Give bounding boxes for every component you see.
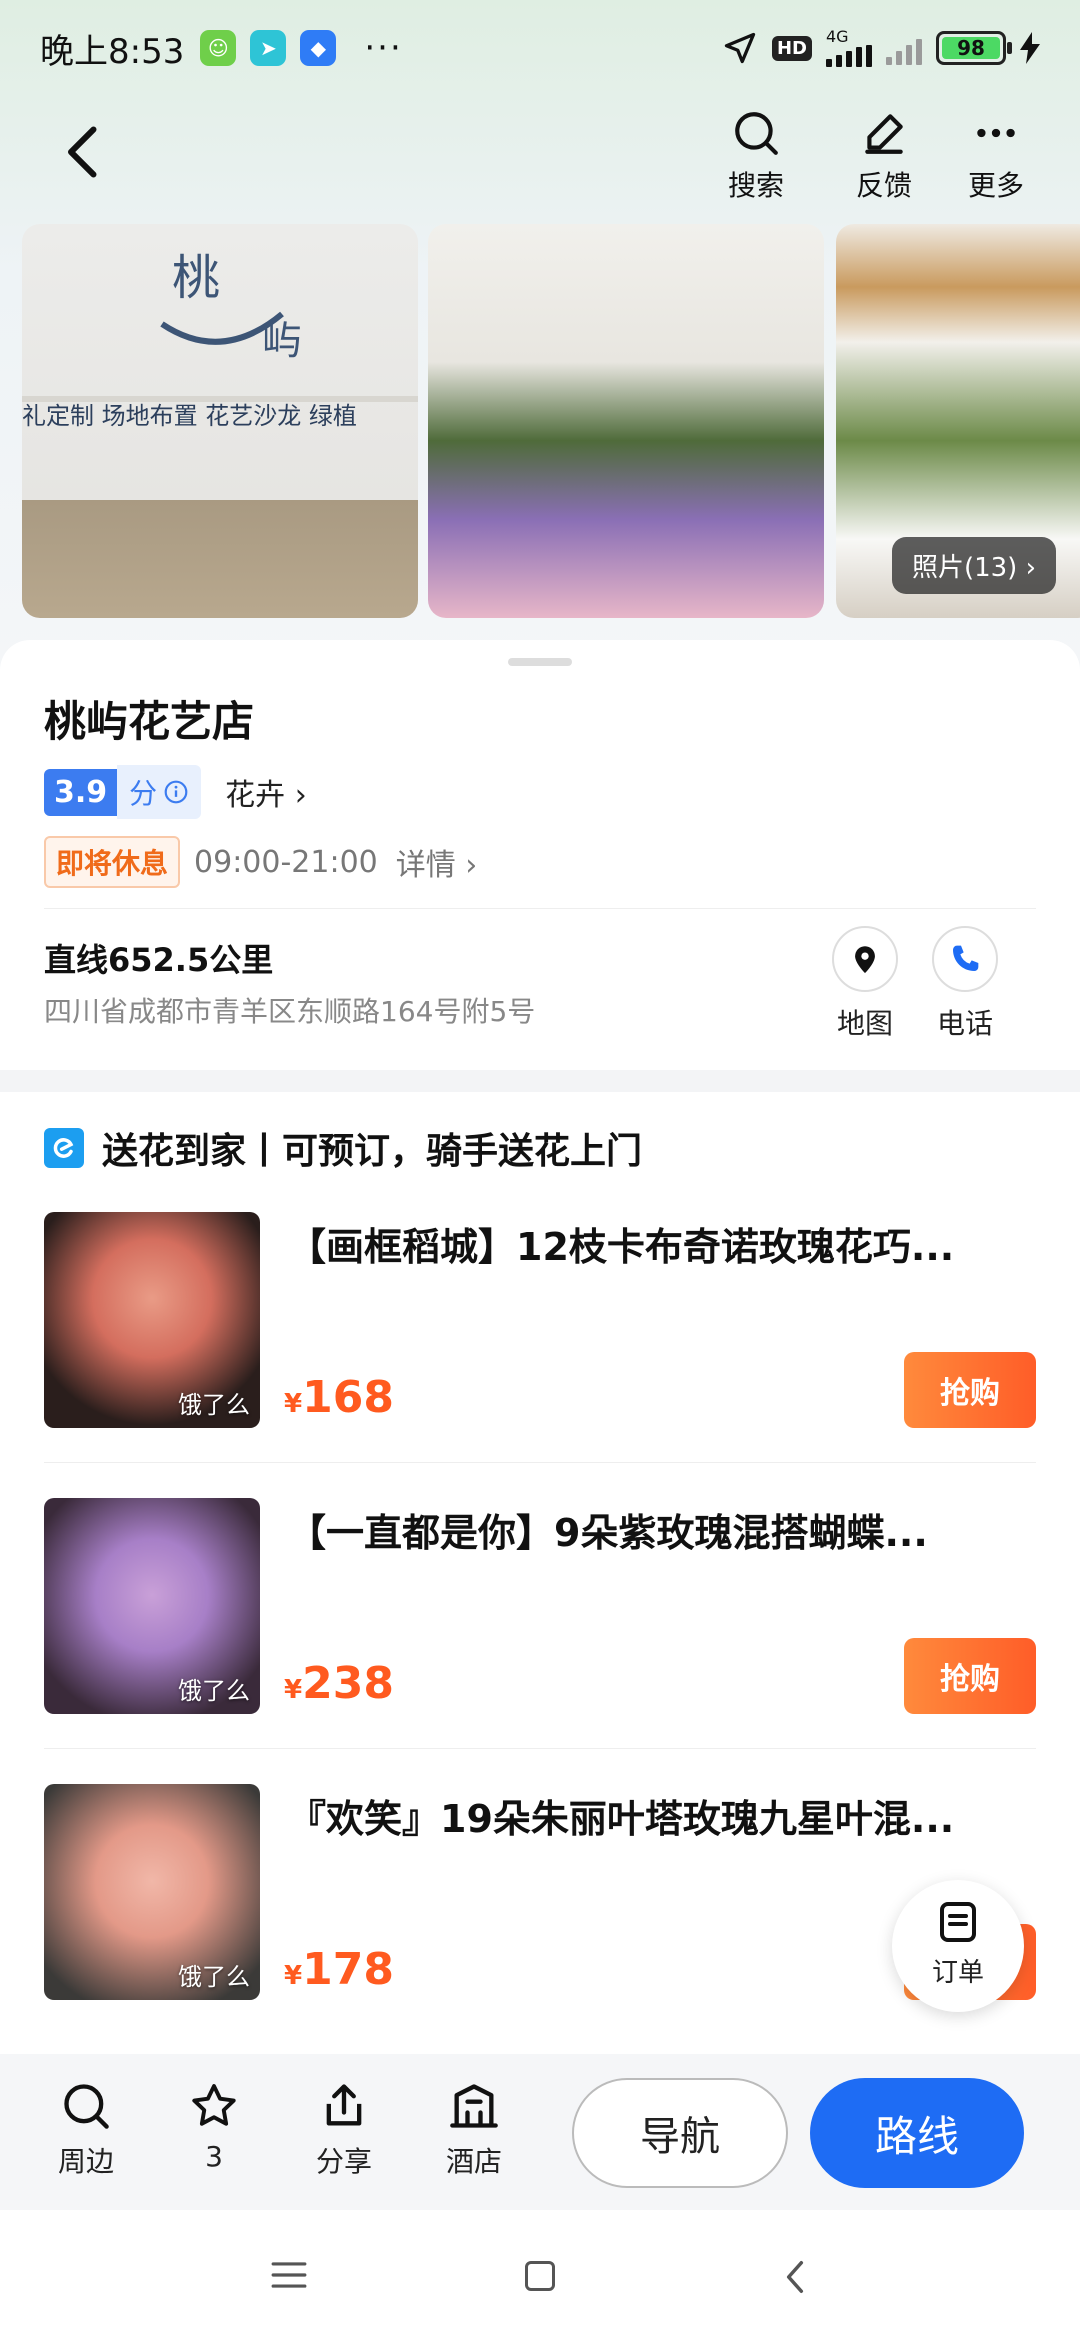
photo-gallery[interactable]: 桃 屿 礼定制 场地布置 花艺沙龙 绿植 照片(13) › bbox=[22, 224, 1080, 618]
status-time: 晚上8:53 bbox=[40, 31, 185, 72]
share-button[interactable]: 分享 bbox=[294, 2080, 394, 2180]
navigate-button[interactable]: 导航 bbox=[572, 2078, 788, 2188]
order-button[interactable]: 订单 bbox=[892, 1880, 1024, 2012]
rating-score: 3.9 bbox=[44, 768, 118, 816]
map-button[interactable]: 地图 bbox=[820, 926, 910, 1042]
product-item[interactable]: 饿了么 【一直都是你】9朵紫玫瑰混搭蝴蝶... ¥238 抢购 bbox=[44, 1498, 1036, 1714]
photo-count-button[interactable]: 照片(13) › bbox=[891, 537, 1056, 594]
status-bar: 晚上8:53 ☺ ➤ ◆ ··· HD 4G 98 bbox=[0, 0, 1080, 96]
platform-tag: 饿了么 bbox=[178, 1677, 250, 1705]
divider bbox=[44, 1462, 1036, 1463]
hotel-icon bbox=[450, 2084, 498, 2128]
product-price: ¥178 bbox=[284, 1944, 394, 1995]
product-title[interactable]: 『欢笑』19朵朱丽叶塔玫瑰九星叶混... bbox=[288, 1788, 1036, 1843]
shop-detail-card: 桃屿花艺店 3.9 分 花卉 › 即将休息 09:00-21:00 详情 › 直… bbox=[0, 640, 1080, 2060]
share-icon bbox=[326, 2084, 362, 2126]
charging-icon bbox=[1020, 32, 1040, 64]
signal-icon bbox=[826, 45, 872, 67]
opening-hours: 09:00-21:00 bbox=[194, 844, 378, 880]
hours-details-link[interactable]: 详情 › bbox=[396, 840, 478, 884]
rating-row: 3.9 分 花卉 › bbox=[44, 765, 307, 819]
order-icon bbox=[940, 1902, 976, 1942]
buy-button[interactable]: 抢购 bbox=[904, 1638, 1036, 1714]
app-notification-icon: ☺ bbox=[200, 30, 237, 66]
address[interactable]: 四川省成都市青羊区东顺路164号附5号 bbox=[44, 990, 535, 1030]
feedback-label: 反馈 bbox=[855, 169, 912, 202]
more-button[interactable]: 更多 bbox=[946, 108, 1046, 204]
platform-tag: 饿了么 bbox=[178, 1963, 250, 1991]
nearby-button[interactable]: 周边 bbox=[36, 2080, 136, 2180]
category-link[interactable]: 花卉 › bbox=[225, 770, 307, 814]
platform-tag: 饿了么 bbox=[178, 1391, 250, 1419]
edit-icon bbox=[865, 114, 903, 154]
divider bbox=[44, 1748, 1036, 1749]
rating-unit[interactable]: 分 bbox=[117, 765, 202, 819]
distance: 直线652.5公里 bbox=[44, 941, 274, 979]
more-notifications-icon: ··· bbox=[364, 28, 403, 68]
search-label: 搜索 bbox=[727, 169, 784, 202]
shop-name: 桃屿花艺店 bbox=[44, 697, 255, 746]
search-icon bbox=[735, 112, 778, 155]
bottom-toolbar: 周边 3 分享 酒店 导航 路线 bbox=[0, 2054, 1080, 2210]
search-button[interactable]: 搜索 bbox=[706, 108, 806, 204]
plants-photo[interactable]: 照片(13) › bbox=[836, 224, 1080, 618]
more-label: 更多 bbox=[967, 169, 1024, 202]
send-notification-icon: ➤ bbox=[250, 30, 287, 66]
menu-icon[interactable] bbox=[270, 2258, 308, 2292]
svg-text:桃: 桃 bbox=[172, 250, 220, 306]
system-navigation-bar bbox=[0, 2210, 1080, 2340]
battery-icon: 98 bbox=[936, 31, 1012, 65]
back-icon[interactable] bbox=[56, 122, 116, 182]
section-separator bbox=[0, 1070, 1080, 1092]
svg-text:屿: 屿 bbox=[262, 318, 302, 364]
product-price: ¥238 bbox=[284, 1658, 394, 1709]
divider bbox=[44, 908, 1036, 909]
message-notification-icon: ◆ bbox=[300, 30, 337, 66]
network-type: 4G bbox=[826, 27, 849, 46]
signal-2-icon bbox=[886, 31, 922, 65]
delivery-section-title: 送花到家丨可预订，骑手送花上门 bbox=[44, 1122, 642, 1174]
info-icon bbox=[164, 780, 188, 804]
drag-handle[interactable] bbox=[508, 658, 572, 666]
more-icon bbox=[977, 128, 1015, 138]
product-image[interactable]: 饿了么 bbox=[44, 1212, 260, 1428]
route-button[interactable]: 路线 bbox=[810, 2078, 1024, 2188]
eleme-logo-icon bbox=[44, 1128, 84, 1168]
phone-button[interactable]: 电话 bbox=[920, 926, 1010, 1042]
back-nav-icon[interactable] bbox=[780, 2258, 810, 2296]
search-icon bbox=[64, 2084, 109, 2129]
hotel-button[interactable]: 酒店 bbox=[424, 2080, 524, 2180]
product-image[interactable]: 饿了么 bbox=[44, 1784, 260, 2000]
storefront-photo[interactable]: 桃 屿 礼定制 场地布置 花艺沙龙 绿植 bbox=[22, 224, 418, 618]
product-price: ¥168 bbox=[284, 1372, 394, 1423]
product-item[interactable]: 饿了么 【画框稻城】12枝卡布奇诺玫瑰花巧... ¥168 抢购 bbox=[44, 1212, 1036, 1428]
home-icon[interactable] bbox=[522, 2258, 558, 2294]
hours-row: 即将休息 09:00-21:00 详情 › bbox=[44, 836, 477, 888]
favorite-button[interactable]: 3 bbox=[164, 2080, 264, 2173]
star-icon bbox=[192, 2084, 236, 2126]
product-title[interactable]: 【一直都是你】9朵紫玫瑰混搭蝴蝶... bbox=[288, 1502, 1036, 1557]
flowers-photo[interactable] bbox=[428, 224, 824, 618]
svg-text:礼定制 场地布置 花艺沙龙 绿植: 礼定制 场地布置 花艺沙龙 绿植 bbox=[22, 402, 357, 430]
product-item[interactable]: 饿了么 『欢笑』19朵朱丽叶塔玫瑰九星叶混... ¥178 抢购 bbox=[44, 1784, 1036, 2000]
hd-badge: HD bbox=[771, 35, 812, 61]
nav-header: 搜索 反馈 更多 bbox=[0, 100, 1080, 210]
phone-icon bbox=[953, 945, 979, 971]
shop-logo-image: 桃 屿 礼定制 场地布置 花艺沙龙 绿植 bbox=[22, 250, 418, 430]
product-image[interactable]: 饿了么 bbox=[44, 1498, 260, 1714]
location-pin-icon bbox=[855, 946, 875, 974]
buy-button[interactable]: 抢购 bbox=[904, 1352, 1036, 1428]
status-badge: 即将休息 bbox=[44, 836, 181, 888]
product-title[interactable]: 【画框稻城】12枝卡布奇诺玫瑰花巧... bbox=[288, 1216, 1036, 1271]
feedback-button[interactable]: 反馈 bbox=[834, 108, 934, 204]
location-icon bbox=[724, 32, 756, 64]
